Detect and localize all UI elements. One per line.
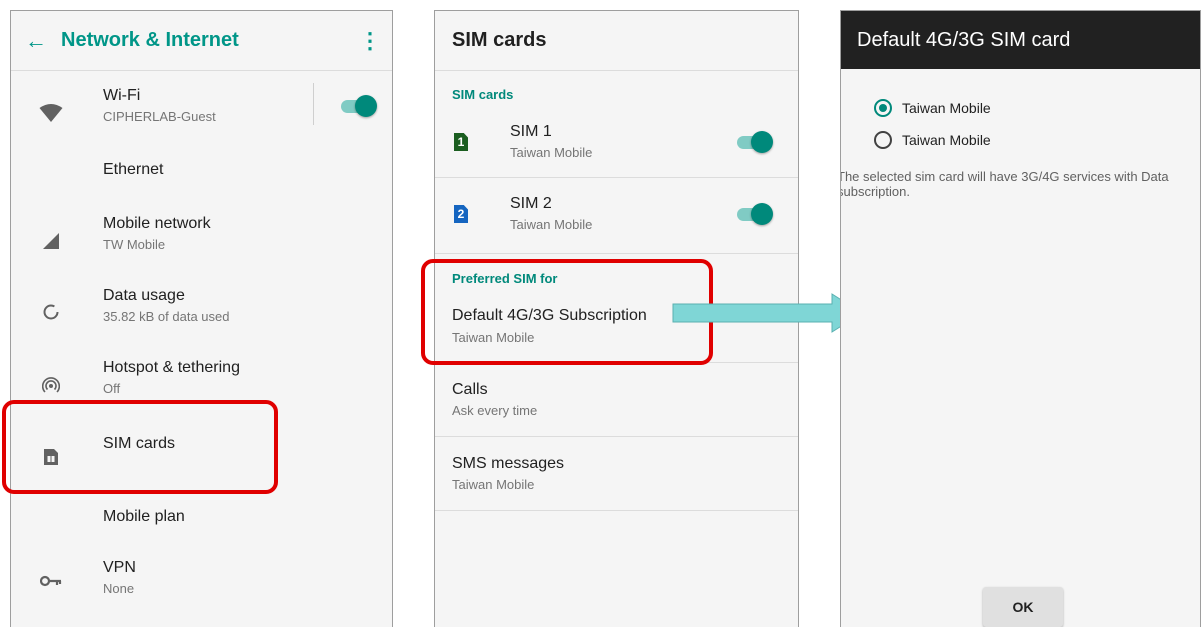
dialog-title: Default 4G/3G SIM card (841, 11, 1200, 69)
sim1-toggle[interactable] (737, 129, 773, 155)
ethernet-row[interactable]: Ethernet (11, 157, 392, 197)
default-sim-dialog-screen: Default 4G/3G SIM card Taiwan Mobile Tai… (840, 10, 1201, 627)
option-taiwan-mobile-1[interactable]: Taiwan Mobile (874, 99, 991, 117)
sms-subtitle: Taiwan Mobile (452, 477, 535, 492)
divider (313, 83, 314, 125)
divider (435, 436, 798, 437)
app-bar: SIM cards (435, 11, 798, 71)
hotspot-icon (39, 374, 63, 398)
option-taiwan-mobile-2[interactable]: Taiwan Mobile (874, 131, 991, 149)
network-internet-screen: ← Network & Internet ⋮ Wi-Fi CIPHERLAB-G… (10, 10, 393, 627)
mobile-network-row[interactable]: Mobile network TW Mobile (11, 211, 392, 271)
wifi-title: Wi-Fi (103, 87, 141, 104)
radio-selected-icon[interactable] (874, 99, 892, 117)
sim2-toggle[interactable] (737, 201, 773, 227)
page-title: SIM cards (452, 29, 547, 51)
vpn-subtitle: None (103, 581, 135, 596)
section-header-sim-cards: SIM cards (452, 87, 514, 102)
default-subscription-highlight (421, 259, 713, 365)
more-options-icon[interactable]: ⋮ (348, 28, 392, 54)
data-usage-title: Data usage (103, 287, 185, 304)
dialog-description: The selected sim card will have 3G/4G se… (840, 169, 1198, 199)
calls-title: Calls (452, 381, 488, 398)
divider (435, 253, 798, 254)
data-usage-icon (39, 300, 63, 324)
sim-cards-highlight (2, 400, 278, 494)
ok-button[interactable]: OK (983, 587, 1063, 627)
signal-icon (39, 229, 63, 253)
sms-title: SMS messages (452, 455, 565, 472)
wifi-row[interactable]: Wi-Fi CIPHERLAB-Guest (11, 83, 392, 151)
page-title: Network & Internet (61, 29, 239, 51)
wifi-icon (39, 101, 63, 125)
divider (435, 177, 798, 178)
sms-row[interactable]: SMS messages Taiwan Mobile (435, 447, 798, 509)
sim2-title: SIM 2 (510, 195, 552, 212)
ethernet-title: Ethernet (103, 161, 164, 178)
mobile-plan-row[interactable]: Mobile plan (11, 504, 392, 544)
option-label: Taiwan Mobile (902, 132, 991, 148)
data-usage-subtitle: 35.82 kB of data used (103, 309, 230, 324)
sim1-row[interactable]: 1 SIM 1 Taiwan Mobile (435, 115, 798, 177)
data-usage-row[interactable]: Data usage 35.82 kB of data used (11, 283, 392, 343)
sim2-row[interactable]: 2 SIM 2 Taiwan Mobile (435, 187, 798, 249)
calls-subtitle: Ask every time (452, 403, 538, 418)
option-label: Taiwan Mobile (902, 100, 991, 116)
sim1-subtitle: Taiwan Mobile (510, 145, 593, 160)
sim1-title: SIM 1 (510, 123, 552, 140)
wifi-toggle[interactable] (341, 93, 377, 119)
wifi-subtitle: CIPHERLAB-Guest (103, 109, 216, 124)
arrow-right-icon (672, 293, 863, 333)
calls-row[interactable]: Calls Ask every time (435, 373, 798, 435)
app-bar: ← Network & Internet ⋮ (11, 11, 392, 71)
mobile-network-title: Mobile network (103, 215, 211, 232)
sim2-subtitle: Taiwan Mobile (510, 217, 593, 232)
mobile-plan-title: Mobile plan (103, 508, 185, 525)
sim2-badge-icon: 2 (454, 205, 468, 223)
vpn-title: VPN (103, 559, 136, 576)
mobile-network-subtitle: TW Mobile (103, 237, 166, 252)
radio-unselected-icon[interactable] (874, 131, 892, 149)
description-text: The selected sim card will have 3G/4G se… (840, 169, 1169, 199)
key-icon (39, 569, 63, 593)
back-arrow-icon[interactable]: ← (11, 28, 61, 54)
divider (435, 510, 798, 511)
hotspot-title: Hotspot & tethering (103, 359, 240, 376)
hotspot-subtitle: Off (103, 381, 121, 396)
sim1-badge-icon: 1 (454, 133, 468, 151)
vpn-row[interactable]: VPN None (11, 555, 392, 615)
